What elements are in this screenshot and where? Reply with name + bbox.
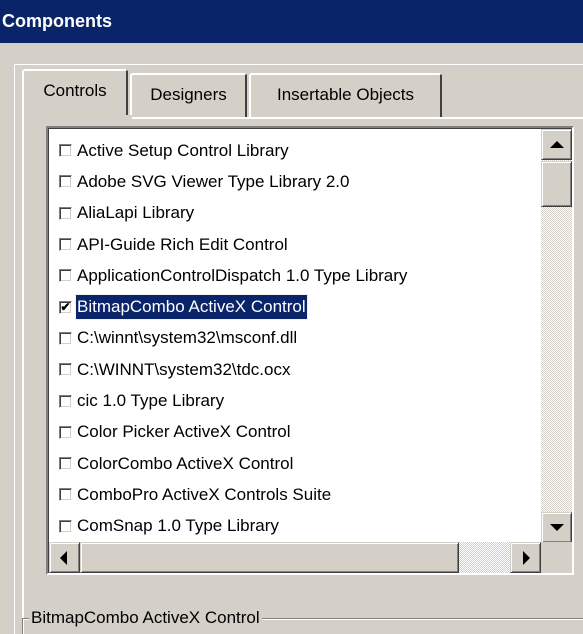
checkbox[interactable] — [59, 206, 72, 220]
list-item-label: Adobe SVG Viewer Type Library 2.0 — [77, 171, 350, 191]
checkbox[interactable] — [59, 238, 72, 252]
horizontal-scrollbar[interactable] — [49, 542, 541, 573]
checkbox[interactable]: ✔ — [59, 299, 72, 314]
list-item-label: C:\WINNT\system32\tdc.ocx — [77, 359, 291, 379]
tab-controls[interactable]: Controls — [22, 69, 128, 119]
scroll-left-button[interactable] — [49, 542, 80, 573]
list-items: Active Setup Control Library Adobe SVG Vi… — [55, 135, 545, 542]
checkmark-icon: ✔ — [60, 299, 71, 314]
checkbox[interactable] — [59, 144, 72, 158]
list-item-label: BitmapCombo ActiveX Control — [75, 294, 308, 321]
list-item-label: ComSnap 1.0 Type Library — [77, 516, 279, 536]
checkbox[interactable] — [59, 269, 72, 283]
list-item[interactable]: ApplicationControlDispatch 1.0 Type Libr… — [55, 260, 545, 291]
scrollbar-corner — [541, 542, 572, 573]
details-groupbox-label: BitmapCombo ActiveX Control — [29, 608, 262, 628]
list-item-label: AliaLapi Library — [77, 203, 195, 223]
scroll-up-icon — [550, 141, 564, 148]
list-item-label: Color Picker ActiveX Control — [77, 422, 291, 442]
tab-designers[interactable]: Designers — [130, 73, 247, 117]
vertical-scrollbar[interactable] — [541, 129, 572, 543]
list-item[interactable]: AliaLapi Library — [55, 198, 545, 229]
window-title: Components — [0, 0, 583, 43]
checkbox[interactable] — [59, 519, 72, 533]
checkbox[interactable] — [59, 457, 72, 471]
list-item[interactable]: ColorCombo ActiveX Control — [55, 448, 545, 479]
scroll-up-button[interactable] — [541, 129, 572, 160]
list-item-label: API-Guide Rich Edit Control — [77, 234, 288, 254]
vertical-scroll-thumb[interactable] — [541, 161, 572, 207]
list-item-label: ComboPro ActiveX Controls Suite — [77, 484, 332, 504]
list-item[interactable]: cic 1.0 Type Library — [55, 385, 545, 416]
scroll-right-icon — [523, 551, 530, 565]
checkbox[interactable] — [59, 394, 72, 408]
list-item[interactable]: ComboPro ActiveX Controls Suite — [55, 479, 545, 510]
tab-insertable-objects[interactable]: Insertable Objects — [249, 73, 442, 117]
scroll-left-icon — [60, 551, 67, 565]
checkbox[interactable] — [59, 363, 72, 377]
components-list[interactable]: Active Setup Control Library Adobe SVG Vi… — [46, 126, 574, 575]
list-item[interactable]: Active Setup Control Library — [55, 135, 545, 166]
checkbox[interactable] — [59, 331, 72, 345]
list-item[interactable]: C:\WINNT\system32\tdc.ocx — [55, 354, 545, 385]
checkbox[interactable] — [59, 175, 72, 189]
scroll-down-icon — [550, 524, 564, 531]
list-item[interactable]: Color Picker ActiveX Control — [55, 417, 545, 448]
checkbox[interactable] — [59, 425, 72, 439]
list-item-label: Active Setup Control Library — [77, 140, 289, 160]
horizontal-scroll-thumb[interactable] — [80, 542, 459, 573]
list-item-label: ApplicationControlDispatch 1.0 Type Libr… — [77, 265, 408, 285]
list-item[interactable]: C:\winnt\system32\msconf.dll — [55, 323, 545, 354]
checkbox[interactable] — [59, 488, 72, 502]
list-item-label: ColorCombo ActiveX Control — [77, 453, 294, 473]
list-item-label: cic 1.0 Type Library — [77, 391, 225, 411]
list-item[interactable]: Adobe SVG Viewer Type Library 2.0 — [55, 166, 545, 197]
scroll-right-button[interactable] — [510, 542, 541, 573]
list-item[interactable]: ComSnap 1.0 Type Library — [55, 511, 545, 542]
scroll-down-button[interactable] — [541, 512, 572, 543]
list-item[interactable]: API-Guide Rich Edit Control — [55, 229, 545, 260]
list-item[interactable]: ✔ BitmapCombo ActiveX Control — [55, 291, 545, 322]
list-item-label: C:\winnt\system32\msconf.dll — [77, 328, 298, 348]
